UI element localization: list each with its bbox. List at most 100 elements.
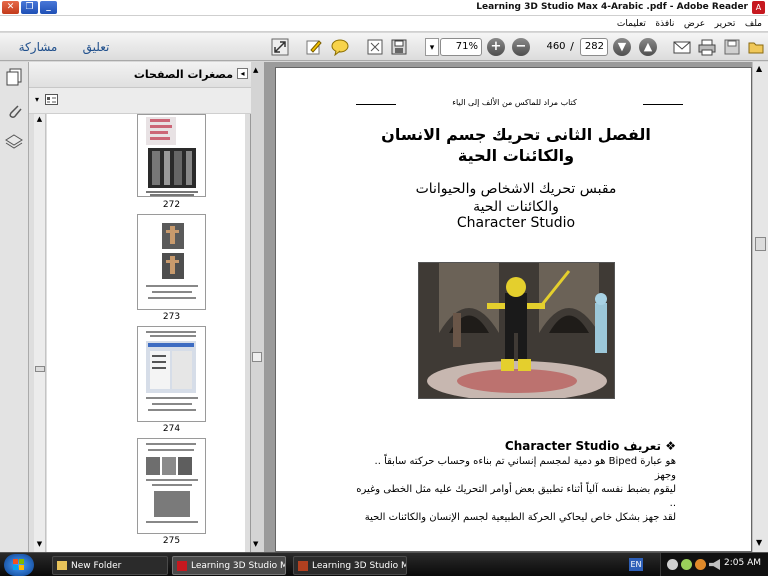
zoom-out-icon[interactable]: − — [512, 38, 530, 56]
title-bar: ✕ ❐ _ Learning 3D Studio Max 4-Arabic .p… — [0, 0, 768, 16]
task-adobe-reader-label: Learning 3D Studio Ma... — [191, 561, 285, 571]
menu-view[interactable]: عرض — [684, 16, 705, 32]
scroll-up-icon[interactable]: ▲ — [756, 64, 762, 73]
splitter-handle[interactable] — [252, 352, 262, 362]
attachments-paperclip-icon[interactable] — [6, 102, 23, 123]
pdf-page: كتاب مراد للماكس من الألف إلى الياء الفص… — [275, 67, 752, 552]
app-icon — [298, 561, 308, 571]
system-tray: EN 2:05 AM — [629, 553, 768, 576]
thumbnail-page-273[interactable] — [137, 214, 206, 310]
running-head: كتاب مراد للماكس من الألف إلى الياء — [276, 98, 753, 107]
thumb-scroll-up-icon[interactable]: ▲ — [34, 114, 45, 125]
taskbar: New Folder Learning 3D Studio Ma... Lear… — [0, 552, 768, 576]
page-thumbnails-panel: مصغرات الصفحات ◂ ▾ 272 273 274 275 — [29, 62, 251, 552]
zoom-in-icon[interactable]: + — [487, 38, 505, 56]
open-file-icon[interactable] — [747, 38, 765, 56]
menu-bar: ملف تحرير عرض نافذة تعليمات — [0, 16, 768, 32]
task-learning-3ds[interactable]: Learning 3D Studio Ma... — [293, 556, 407, 575]
save-copy-icon[interactable] — [723, 38, 741, 56]
document-view: كتاب مراد للماكس من الألف إلى الياء الفص… — [265, 62, 752, 552]
collapse-panel-icon[interactable]: ◂ — [237, 68, 248, 79]
maximize-button[interactable]: ❐ — [21, 1, 38, 14]
next-page-arrow-down-icon[interactable]: ▼ — [613, 38, 631, 56]
running-head-text: كتاب مراد للماكس من الألف إلى الياء — [452, 98, 577, 107]
running-head-rule-left — [356, 104, 396, 105]
chapter-title: الفصل الثانى تحريك جسم الانسان والكائنات… — [316, 124, 716, 166]
thumb-scroll-down-icon[interactable]: ▼ — [34, 539, 45, 550]
body-line-1: هو عبارة Biped هو دمية لمجسم إنساني تم ب… — [374, 456, 676, 481]
menu-edit[interactable]: تحرير — [715, 16, 736, 32]
chapter-title-line-1: الفصل الثانى تحريك جسم الانسان — [381, 125, 651, 144]
thumbnail-label-275: 275 — [162, 536, 181, 546]
body-line-3: لقد جهز بشكل خاص ليحاكي الحركة الطبيعية … — [364, 512, 676, 523]
pdf-icon — [177, 561, 187, 571]
task-adobe-reader[interactable]: Learning 3D Studio Ma... — [172, 556, 286, 575]
toolbar: مشاركة تعليق ▾ 71% + − 460 / 282 ▼ ▲ — [0, 33, 768, 61]
body-text: هو عبارة Biped هو دمية لمجسم إنساني تم ب… — [356, 455, 676, 525]
thumbnails-list: 272 273 274 275 — [47, 114, 245, 552]
language-indicator[interactable]: EN — [629, 558, 643, 571]
thumbnail-label-273: 273 — [162, 312, 181, 322]
start-button-windows-icon[interactable] — [4, 554, 34, 576]
expand-icon[interactable] — [271, 38, 289, 56]
tray-app-icon[interactable] — [681, 559, 692, 570]
menu-window[interactable]: نافذة — [655, 16, 674, 32]
thumbnails-header: مصغرات الصفحات ◂ — [29, 62, 251, 88]
page-thumbnails-icon[interactable] — [6, 68, 23, 89]
current-page-label: 460 — [546, 41, 566, 52]
print-icon[interactable] — [698, 38, 716, 56]
navigation-panel-strip — [0, 62, 29, 552]
running-head-rule-right — [643, 104, 683, 105]
document-scrollbar[interactable]: ▲ ▼ — [752, 62, 768, 552]
email-icon[interactable] — [673, 38, 691, 56]
page-number-input[interactable]: 282 — [580, 38, 608, 56]
clock[interactable]: 2:05 AM — [724, 558, 761, 568]
thumbnails-title: مصغرات الصفحات — [133, 68, 233, 81]
task-new-folder[interactable]: New Folder — [52, 556, 168, 575]
thumbnail-label-272: 272 — [162, 200, 181, 210]
comment-bubble-icon[interactable] — [331, 38, 349, 57]
splitter-down-icon[interactable]: ▼ — [253, 540, 258, 548]
save-icon[interactable] — [390, 38, 408, 56]
tray-media-icon[interactable] — [695, 559, 706, 570]
task-learning-3ds-label: Learning 3D Studio Ma... — [312, 561, 406, 571]
thumbnails-scrollbar[interactable]: ▲ ▼ — [34, 114, 46, 552]
share-button[interactable]: مشاركة — [14, 37, 62, 57]
subtitle-line-1: مقبس تحريك الاشخاص والحيوانات — [415, 181, 617, 197]
thumbnail-page-275[interactable] — [137, 438, 206, 534]
panel-splitter[interactable]: ▲ ▼ — [251, 62, 265, 552]
adobe-reader-icon: A — [752, 1, 765, 14]
page-separator: / — [570, 40, 574, 53]
volume-icon[interactable] — [709, 559, 720, 570]
comment-button[interactable]: تعليق — [75, 37, 117, 57]
close-button[interactable]: ✕ — [2, 1, 19, 14]
subtitle-line-3: Character Studio — [456, 215, 576, 231]
zoom-input[interactable]: 71% — [440, 38, 482, 56]
splitter-up-icon[interactable]: ▲ — [253, 66, 258, 74]
app-window: { "window": { "title": "Learning 3D Stud… — [0, 0, 768, 576]
thumbnail-page-274[interactable] — [137, 326, 206, 422]
network-icon[interactable] — [667, 559, 678, 570]
thumbnail-page-272[interactable] — [137, 114, 206, 197]
scroll-down-icon[interactable]: ▼ — [756, 538, 762, 547]
previous-page-arrow-up-icon[interactable]: ▲ — [639, 38, 657, 56]
section-heading: ❖ تعريف Character Studio — [504, 439, 676, 453]
zoom-dropdown-chevron-down-icon[interactable]: ▾ — [425, 38, 439, 56]
thumbnail-label-274: 274 — [162, 424, 181, 434]
scroll-thumb[interactable] — [755, 237, 766, 251]
thumbnails-options-bar: ▾ — [29, 88, 251, 114]
options-chevron-down-icon[interactable]: ▾ — [35, 95, 39, 104]
minimize-button[interactable]: _ — [40, 1, 57, 14]
layers-icon[interactable] — [5, 133, 23, 154]
character-studio-illustration — [418, 262, 615, 399]
thumb-scroll-thumb[interactable] — [35, 366, 45, 372]
thumbnail-options-icon[interactable] — [45, 94, 58, 105]
folder-icon — [57, 561, 67, 570]
fit-page-icon[interactable] — [366, 38, 384, 56]
task-new-folder-label: New Folder — [71, 561, 122, 571]
highlight-icon[interactable] — [305, 38, 323, 56]
chapter-subtitle: مقبس تحريك الاشخاص والحيوانات والكائنات … — [316, 180, 716, 216]
chapter-title-line-2: والكائنات الحية — [457, 146, 575, 165]
menu-file[interactable]: ملف — [745, 16, 762, 32]
menu-help[interactable]: تعليمات — [617, 16, 646, 32]
